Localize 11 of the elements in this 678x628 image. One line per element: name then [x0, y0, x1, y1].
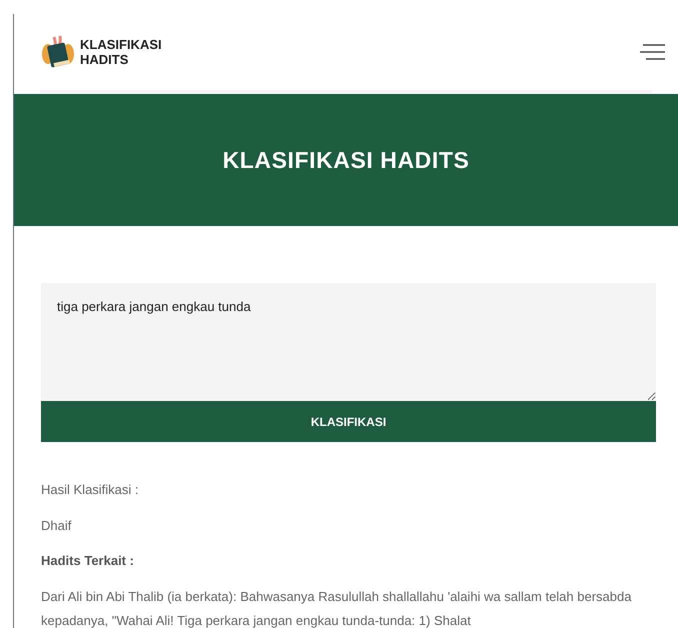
related-heading: Hadits Terkait : — [41, 552, 135, 570]
logo-text: HADITS — [80, 52, 130, 67]
query-input-field[interactable]: tiga perkara jangan engkau tunda — [41, 283, 656, 401]
result-label: Hasil Klasifikasi : — [41, 481, 140, 499]
menu-icon[interactable] — [640, 44, 666, 60]
related-hadith-text: Dari Ali bin Abi Thalib (ia berkata): Bahwasanya Rasulullah shallallahu 'alaihi wa sallam telah bersabda kepadanya, "Wahai Ali! Tiga perkara jangan engkau tunda-tunda: 1) Shalat — [41, 588, 632, 628]
book-logo-icon — [40, 34, 76, 70]
result-value: Dhaif — [41, 516, 72, 534]
page-title: KLASIFIKASI HADITS — [222, 146, 470, 175]
classify-button[interactable]: KLASIFIKASI — [41, 401, 656, 442]
logo-text: KLASIFIKASI — [80, 37, 162, 52]
